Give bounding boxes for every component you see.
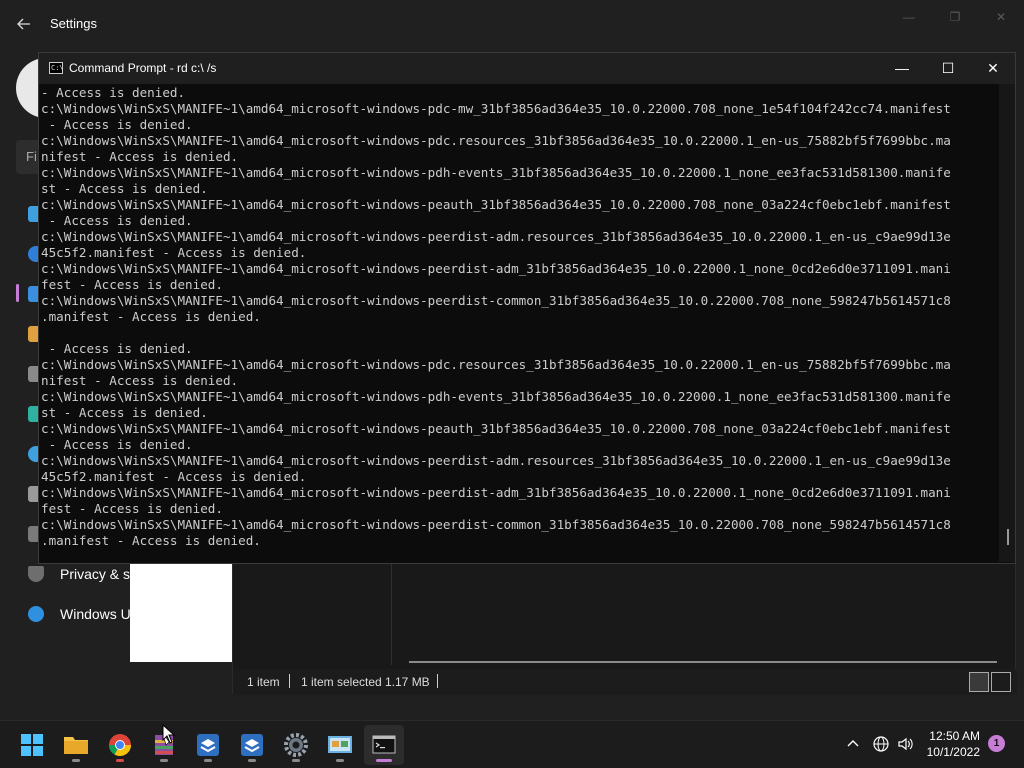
settings-title: Settings <box>50 16 97 31</box>
close-icon[interactable]: ✕ <box>970 53 1016 84</box>
console-line: c:\Windows\WinSxS\MANIFE~1\amd64_microso… <box>41 229 951 244</box>
notification-badge[interactable]: 1 <box>988 735 1005 752</box>
start-button[interactable] <box>12 725 52 765</box>
console-line: c:\Windows\WinSxS\MANIFE~1\amd64_microso… <box>41 101 951 116</box>
back-arrow-icon[interactable] <box>12 12 36 36</box>
console-line: fest - Access is denied. <box>41 277 223 292</box>
minimize-icon[interactable]: — <box>886 6 932 28</box>
console-line: - Access is denied. <box>41 341 193 356</box>
chevron-up-icon[interactable] <box>844 735 862 753</box>
console-line: c:\Windows\WinSxS\MANIFE~1\amd64_microso… <box>41 197 951 212</box>
clock-time[interactable]: 12:50 AM <box>918 729 980 743</box>
scrollbar-thumb[interactable] <box>1007 529 1009 545</box>
mouse-cursor-icon <box>162 724 176 744</box>
running-indicator <box>204 759 212 762</box>
console-line: - Access is denied. <box>41 85 186 100</box>
minimize-icon[interactable]: — <box>879 53 925 84</box>
details-view-icon[interactable] <box>969 672 989 692</box>
status-item-count: 1 item <box>247 675 280 689</box>
sidebar-item-windows-update[interactable]: Windows U <box>60 606 131 622</box>
console-line: .manifest - Access is denied. <box>41 309 261 324</box>
console-line: c:\Windows\WinSxS\MANIFE~1\amd64_microso… <box>41 357 951 372</box>
running-indicator <box>248 759 256 762</box>
console-line: c:\Windows\WinSxS\MANIFE~1\amd64_microso… <box>41 293 951 308</box>
cmd-title: Command Prompt - rd c:\ /s <box>69 61 217 75</box>
command-prompt-window[interactable]: C:\ Command Prompt - rd c:\ /s — ☐ ✕ - A… <box>38 52 1016 564</box>
large-icons-view-icon[interactable] <box>991 672 1011 692</box>
volume-icon[interactable] <box>896 735 914 753</box>
console-line: st - Access is denied. <box>41 405 208 420</box>
console-line: 45c5f2.manifest - Access is denied. <box>41 469 307 484</box>
close-icon[interactable]: ✕ <box>978 6 1024 28</box>
console-line: c:\Windows\WinSxS\MANIFE~1\amd64_microso… <box>41 261 951 276</box>
status-bar: 1 item 1 item selected 1.17 MB <box>233 669 1017 695</box>
console-line: c:\Windows\WinSxS\MANIFE~1\amd64_microso… <box>41 485 951 500</box>
console-line: c:\Windows\WinSxS\MANIFE~1\amd64_microso… <box>41 453 951 468</box>
maximize-icon[interactable]: ❐ <box>932 6 978 28</box>
console-line: - Access is denied. <box>41 437 193 452</box>
status-separator <box>289 674 290 688</box>
vertical-scrollbar[interactable] <box>999 84 1015 562</box>
console-line: nifest - Access is denied. <box>41 149 239 164</box>
console-line: fest - Access is denied. <box>41 501 223 516</box>
console-line: .manifest - Access is denied. <box>41 533 261 548</box>
console-line: c:\Windows\WinSxS\MANIFE~1\amd64_microso… <box>41 165 951 180</box>
cmd-titlebar[interactable]: C:\ Command Prompt - rd c:\ /s — ☐ ✕ <box>39 53 1015 84</box>
console-line: c:\Windows\WinSxS\MANIFE~1\amd64_microso… <box>41 389 951 404</box>
running-indicator <box>72 759 80 762</box>
console-line: c:\Windows\WinSxS\MANIFE~1\amd64_microso… <box>41 421 951 436</box>
maximize-icon[interactable]: ☐ <box>925 53 971 84</box>
console-line: - Access is denied. <box>41 213 193 228</box>
horizontal-scrollbar[interactable] <box>409 661 997 663</box>
console-line: - Access is denied. <box>41 117 193 132</box>
search-placeholder: Fi <box>26 149 37 164</box>
selected-indicator <box>16 284 19 302</box>
cmd-app-icon: C:\ <box>49 62 64 74</box>
clock-date[interactable]: 10/1/2022 <box>918 745 980 759</box>
file-thumbnail[interactable] <box>130 560 232 662</box>
console-output[interactable]: - Access is denied. c:\Windows\WinSxS\MAN… <box>39 84 999 562</box>
pane-divider <box>391 561 392 665</box>
file-explorer-window: 1 item 1 item selected 1.17 MB <box>232 560 1017 695</box>
desktop: Settings — ❐ ✕ Fi Privacy & s Windows U … <box>0 0 1024 768</box>
running-indicator <box>336 759 344 762</box>
console-line: nifest - Access is denied. <box>41 373 239 388</box>
active-indicator <box>376 759 392 762</box>
start-icon <box>21 734 43 756</box>
settings-titlebar: Settings — ❐ ✕ <box>0 0 1024 48</box>
console-line: st - Access is denied. <box>41 181 208 196</box>
status-size: 1.17 MB <box>385 675 430 689</box>
taskbar: 12:50 AM 10/1/2022 <box>0 720 1024 768</box>
running-indicator <box>116 759 124 762</box>
shield-icon <box>28 566 44 582</box>
windows-update-icon <box>28 606 44 622</box>
status-selected: 1 item selected <box>301 675 382 689</box>
console-line: c:\Windows\WinSxS\MANIFE~1\amd64_microso… <box>41 133 951 148</box>
running-indicator <box>292 759 300 762</box>
console-line: c:\Windows\WinSxS\MANIFE~1\amd64_microso… <box>41 517 951 532</box>
status-separator <box>437 674 438 688</box>
running-indicator <box>160 759 168 762</box>
sidebar-item-privacy[interactable]: Privacy & s <box>60 566 130 582</box>
globe-icon[interactable] <box>872 735 890 753</box>
console-line: 45c5f2.manifest - Access is denied. <box>41 245 307 260</box>
